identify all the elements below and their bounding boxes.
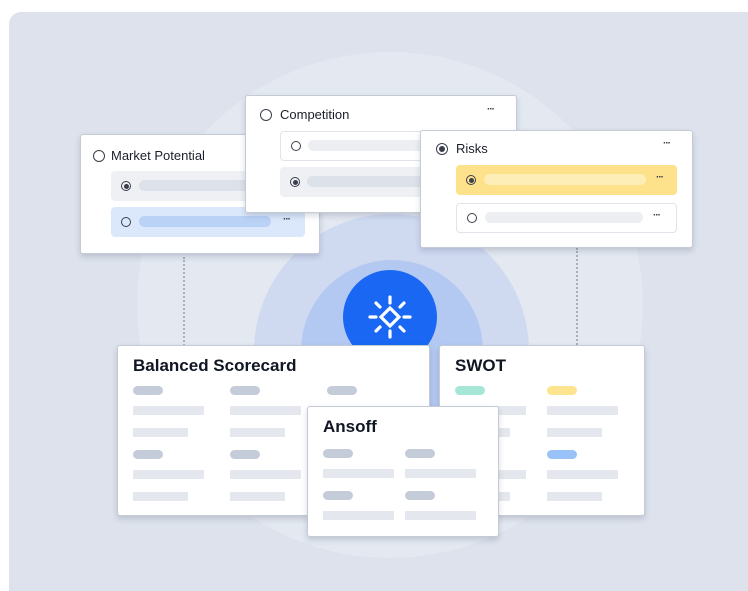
dotted-connector-right <box>576 248 578 353</box>
more-dots-icon[interactable]: ··· <box>656 172 664 183</box>
illustration-canvas: Market Potential ··· Competition ··· Ris… <box>9 12 748 591</box>
more-dots-icon[interactable]: ··· <box>487 104 495 115</box>
placeholder-pill <box>323 491 353 500</box>
placeholder-pill <box>323 449 353 458</box>
placeholder-line <box>133 470 204 479</box>
placeholder-pill <box>327 386 357 395</box>
placeholder-line <box>405 469 476 478</box>
placeholder-line <box>230 492 285 501</box>
balanced-scorecard-title: Balanced Scorecard <box>133 356 297 375</box>
placeholder-pill-green <box>455 386 485 395</box>
placeholder-line <box>133 428 188 437</box>
more-dots-icon[interactable]: ··· <box>653 210 661 221</box>
option-row[interactable]: ··· <box>456 203 677 233</box>
ansoff-card[interactable]: Ansoff <box>307 406 499 537</box>
dotted-connector-left <box>183 257 185 357</box>
more-dots-icon[interactable]: ··· <box>663 138 671 149</box>
placeholder-pill <box>230 450 260 459</box>
radio-button-icon[interactable] <box>121 217 131 227</box>
radio-button-icon[interactable] <box>467 213 477 223</box>
radio-button-icon[interactable] <box>93 150 105 162</box>
placeholder-line <box>230 470 301 479</box>
placeholder-line <box>547 428 602 437</box>
radio-button-icon[interactable] <box>436 143 448 155</box>
placeholder-line <box>230 428 285 437</box>
option-placeholder <box>485 212 643 223</box>
competition-title: Competition <box>280 107 350 122</box>
radio-button-icon[interactable] <box>121 181 131 191</box>
placeholder-line <box>133 406 204 415</box>
placeholder-pill-blue <box>547 450 577 459</box>
placeholder-pill <box>230 386 260 395</box>
placeholder-line <box>230 406 301 415</box>
placeholder-line <box>133 492 188 501</box>
market-potential-title: Market Potential <box>111 148 205 163</box>
placeholder-line <box>323 511 394 520</box>
swot-title: SWOT <box>455 356 506 375</box>
option-placeholder <box>484 174 646 185</box>
radio-button-icon[interactable] <box>290 177 300 187</box>
placeholder-line <box>547 406 618 415</box>
radio-button-icon[interactable] <box>260 109 272 121</box>
option-row-selected[interactable]: ··· <box>456 165 677 195</box>
placeholder-line <box>547 492 602 501</box>
placeholder-pill-yellow <box>547 386 577 395</box>
placeholder-pill <box>405 449 435 458</box>
risks-title: Risks <box>456 141 488 156</box>
placeholder-line <box>405 511 476 520</box>
option-placeholder <box>139 216 271 227</box>
placeholder-pill <box>133 386 163 395</box>
placeholder-line <box>323 469 394 478</box>
radio-button-icon[interactable] <box>291 141 301 151</box>
placeholder-line <box>547 470 618 479</box>
placeholder-pill <box>133 450 163 459</box>
more-dots-icon[interactable]: ··· <box>283 214 291 225</box>
placeholder-pill <box>405 491 435 500</box>
radio-button-icon[interactable] <box>466 175 476 185</box>
ansoff-title: Ansoff <box>323 417 377 436</box>
risks-card[interactable]: Risks ··· ··· ··· <box>420 130 693 248</box>
